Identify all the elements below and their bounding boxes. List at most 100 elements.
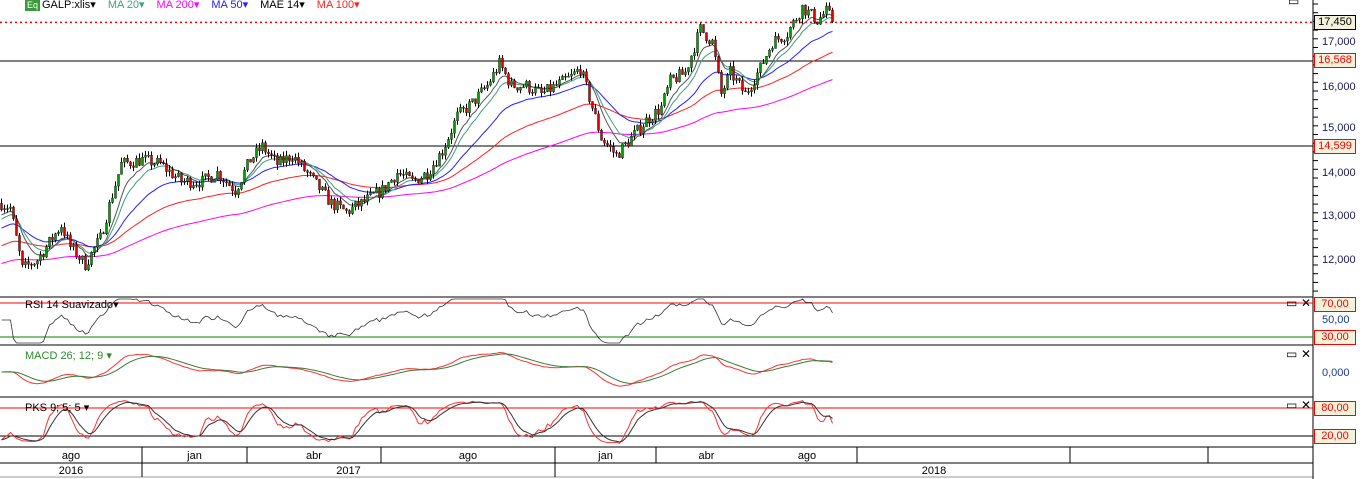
candle-body [585, 71, 588, 83]
candle-body [318, 178, 321, 190]
candle-body [69, 234, 72, 247]
macd-label[interactable]: MACD 26; 12; 9 ▾ [25, 349, 112, 362]
close-icon[interactable]: ✕ [1301, 297, 1311, 309]
maximize-icon[interactable]: ▭ [1286, 297, 1297, 309]
maximize-icon[interactable]: ▭ [1286, 348, 1297, 360]
line-tag-upper[interactable]: 16,568 [1314, 53, 1356, 68]
candle-body [492, 71, 495, 82]
month-label: jan [187, 450, 202, 462]
candle-body [129, 161, 132, 167]
candle-body [771, 48, 774, 51]
candle-body [12, 206, 15, 219]
candle-body [726, 74, 729, 89]
chart-canvas[interactable] [0, 0, 1363, 479]
legend-ma200[interactable]: MA 200▾ [157, 0, 200, 11]
candle-body [225, 181, 228, 184]
pks-label-text: PKS 9; 5; 5 [25, 402, 81, 414]
legend-ma50[interactable]: MA 50▾ [211, 0, 248, 11]
candle-body [138, 157, 141, 166]
candle-body [468, 101, 471, 113]
candle-body [441, 153, 444, 156]
candle-body [603, 140, 606, 144]
candle-body [831, 9, 834, 22]
candle-body [222, 180, 225, 183]
candle-body [189, 177, 192, 188]
candle-body [111, 197, 114, 203]
candle-body [60, 227, 63, 233]
candle-body [798, 18, 801, 21]
candle-body [570, 73, 573, 77]
symbol-selector[interactable]: GALP:xlis▾ [42, 0, 96, 11]
candle-body [642, 126, 645, 134]
legend-ma100[interactable]: MA 100▾ [317, 0, 360, 11]
candle-body [282, 155, 285, 163]
candle-body [405, 171, 408, 176]
candle-body [552, 84, 555, 92]
candle-body [141, 157, 144, 166]
candle-body [594, 108, 597, 115]
line-tag-lower[interactable]: 14,599 [1314, 139, 1356, 154]
candle-body [573, 71, 576, 75]
candle-body [204, 173, 207, 177]
candle-body [426, 172, 429, 180]
candle-body [216, 171, 219, 180]
candle-body [0, 203, 3, 211]
legend: GALP:xlis▾ MA 20▾ MA 200▾ MA 50▾ MAE 14▾… [42, 0, 360, 11]
pks-label[interactable]: PKS 9; 5; 5 ▾ [25, 401, 89, 414]
candle-body [696, 32, 699, 53]
rsi-level-30: 30,00 [1314, 330, 1356, 345]
candle-body [510, 80, 513, 86]
candle-body [249, 159, 252, 163]
candle-body [42, 254, 45, 258]
candle-body [420, 177, 423, 184]
candle-body [462, 107, 465, 109]
candle-body [471, 98, 474, 102]
candle-body [453, 120, 456, 134]
legend-mae14[interactable]: MAE 14▾ [260, 0, 305, 11]
candle-body [507, 73, 510, 86]
legend-ma20[interactable]: MA 20▾ [108, 0, 145, 11]
candle-body [474, 98, 477, 104]
candle-body [744, 90, 747, 93]
candle-body [684, 71, 687, 75]
candle-body [201, 175, 204, 188]
candle-body [717, 56, 720, 73]
candle-body [168, 169, 171, 172]
candle-body [528, 80, 531, 93]
candle-body [255, 147, 258, 158]
candle-body [516, 87, 519, 91]
close-icon[interactable]: ✕ [1301, 399, 1311, 411]
symbol-label: GALP:xlis [42, 0, 91, 11]
candle-body [99, 232, 102, 239]
candle-body [816, 21, 819, 25]
candle-body [606, 142, 609, 146]
candle-body [687, 67, 690, 73]
candle-body [621, 143, 624, 158]
candle-body [660, 105, 663, 115]
ma50-line [1, 31, 833, 248]
rsi-label[interactable]: RSI 14 Suavizado▾ [25, 298, 119, 311]
close-icon[interactable]: ✕ [1301, 348, 1311, 360]
candle-body [108, 202, 111, 224]
candle-body [444, 147, 447, 156]
candle-body [303, 161, 306, 171]
maximize-icon[interactable]: ▭ [1286, 399, 1297, 411]
maximize-icon[interactable]: ▭ [1288, 0, 1299, 7]
candle-body [279, 155, 282, 166]
candle-body [363, 199, 366, 202]
mae14-line [1, 13, 833, 257]
candle-body [690, 55, 693, 68]
candle-body [180, 172, 183, 183]
candle-body [228, 182, 231, 186]
candle-body [618, 153, 621, 158]
candle-body [762, 62, 765, 64]
candle-body [540, 87, 543, 93]
pks-level-20: 20,00 [1314, 429, 1356, 444]
candle-body [672, 74, 675, 78]
price-tick: 12,000 [1322, 254, 1356, 266]
candle-body [132, 165, 135, 168]
candle-body [648, 117, 651, 124]
candle-body [417, 178, 420, 184]
candle-body [93, 247, 96, 253]
candle-body [750, 89, 753, 92]
